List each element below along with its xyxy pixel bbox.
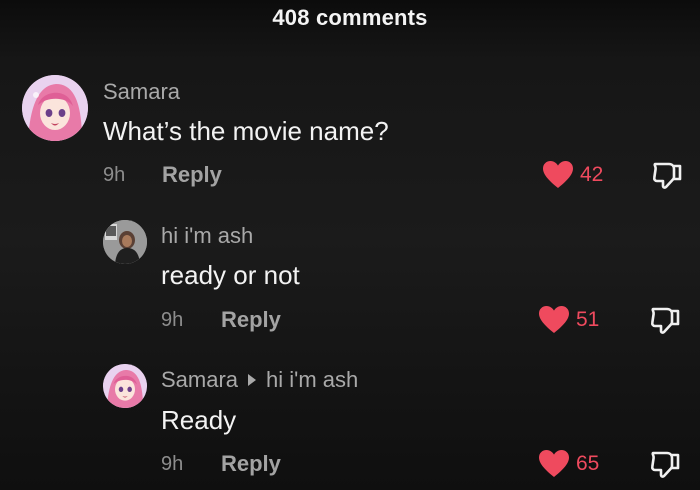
avatar-anime-girl-icon bbox=[103, 364, 147, 408]
comment-username[interactable]: hi i'm ash bbox=[161, 223, 253, 249]
comment-text: What’s the movie name? bbox=[103, 116, 389, 146]
dislike-button[interactable] bbox=[651, 160, 683, 197]
avatar-anime-girl-icon bbox=[22, 75, 88, 141]
comment-username[interactable]: Samara bbox=[161, 367, 238, 393]
like-count: 65 bbox=[576, 452, 600, 475]
avatar[interactable] bbox=[103, 364, 147, 408]
dislike-button[interactable] bbox=[649, 449, 681, 486]
comment-timestamp: 9h bbox=[161, 453, 184, 475]
comment-text: Ready bbox=[161, 405, 237, 435]
like-button[interactable]: 51 bbox=[538, 305, 599, 335]
comment-text: ready or not bbox=[161, 260, 300, 290]
comment-username[interactable]: Samara bbox=[103, 79, 180, 105]
reply-to-username[interactable]: hi i'm ash bbox=[266, 367, 358, 393]
heart-icon bbox=[539, 306, 569, 333]
thumbs-down-icon bbox=[650, 451, 680, 478]
heart-icon bbox=[543, 161, 573, 188]
dislike-button[interactable] bbox=[649, 305, 681, 342]
like-button[interactable]: 42 bbox=[542, 160, 603, 190]
like-button[interactable]: 65 bbox=[538, 449, 599, 479]
reply-button[interactable]: Reply bbox=[162, 162, 222, 188]
thumbs-down-icon bbox=[652, 162, 682, 189]
like-count: 42 bbox=[580, 163, 604, 186]
avatar-photo-icon bbox=[103, 220, 147, 264]
heart-icon bbox=[539, 450, 569, 477]
comment-timestamp: 9h bbox=[103, 164, 126, 186]
like-count: 51 bbox=[576, 308, 600, 331]
comment-timestamp: 9h bbox=[161, 309, 184, 331]
reply-button[interactable]: Reply bbox=[221, 451, 281, 477]
reply-chain: Samara hi i'm ash bbox=[161, 367, 358, 393]
avatar[interactable] bbox=[22, 75, 88, 141]
reply-button[interactable]: Reply bbox=[221, 307, 281, 333]
avatar[interactable] bbox=[103, 220, 147, 264]
caret-right-icon bbox=[248, 374, 257, 386]
comments-count-title: 408 comments bbox=[272, 5, 428, 30]
comments-panel: 408 comments Samara What’s the movie nam… bbox=[0, 0, 700, 490]
thumbs-down-icon bbox=[650, 307, 680, 334]
